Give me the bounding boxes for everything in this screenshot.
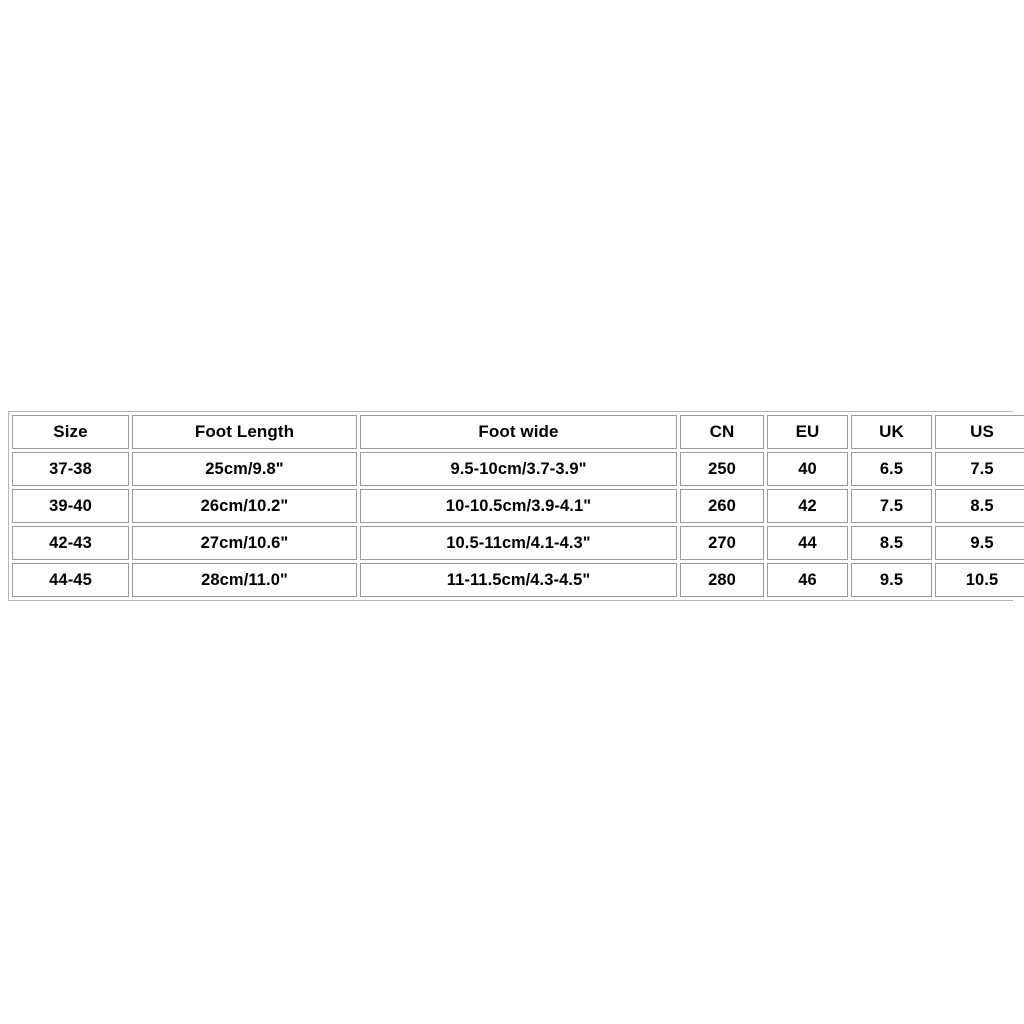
size-chart-body: 37-38 25cm/9.8" 9.5-10cm/3.7-3.9" 250 40… (12, 452, 1024, 597)
table-row: 37-38 25cm/9.8" 9.5-10cm/3.7-3.9" 250 40… (12, 452, 1024, 486)
cell-cn: 260 (680, 489, 764, 523)
column-header-us: US (935, 415, 1024, 449)
cell-uk: 8.5 (851, 526, 932, 560)
cell-size: 42-43 (12, 526, 129, 560)
cell-us: 7.5 (935, 452, 1024, 486)
table-header-row: Size Foot Length Foot wide CN EU UK US (12, 415, 1024, 449)
cell-size: 39-40 (12, 489, 129, 523)
cell-foot-wide: 10-10.5cm/3.9-4.1" (360, 489, 677, 523)
cell-foot-length: 26cm/10.2" (132, 489, 357, 523)
size-chart-table: Size Foot Length Foot wide CN EU UK US 3… (9, 412, 1024, 600)
page-root: Size Foot Length Foot wide CN EU UK US 3… (0, 0, 1024, 1024)
cell-cn: 270 (680, 526, 764, 560)
cell-foot-length: 27cm/10.6" (132, 526, 357, 560)
cell-eu: 44 (767, 526, 848, 560)
column-header-size: Size (12, 415, 129, 449)
size-chart-container: Size Foot Length Foot wide CN EU UK US 3… (8, 411, 1024, 601)
cell-eu: 46 (767, 563, 848, 597)
cell-foot-length: 25cm/9.8" (132, 452, 357, 486)
cell-size: 44-45 (12, 563, 129, 597)
table-row: 44-45 28cm/11.0" 11-11.5cm/4.3-4.5" 280 … (12, 563, 1024, 597)
cell-us: 10.5 (935, 563, 1024, 597)
cell-us: 9.5 (935, 526, 1024, 560)
cell-foot-wide: 9.5-10cm/3.7-3.9" (360, 452, 677, 486)
cell-eu: 40 (767, 452, 848, 486)
cell-uk: 7.5 (851, 489, 932, 523)
cell-cn: 250 (680, 452, 764, 486)
column-header-eu: EU (767, 415, 848, 449)
column-header-foot-length: Foot Length (132, 415, 357, 449)
cell-us: 8.5 (935, 489, 1024, 523)
column-header-cn: CN (680, 415, 764, 449)
cell-uk: 9.5 (851, 563, 932, 597)
cell-eu: 42 (767, 489, 848, 523)
cell-uk: 6.5 (851, 452, 932, 486)
cell-foot-length: 28cm/11.0" (132, 563, 357, 597)
column-header-foot-wide: Foot wide (360, 415, 677, 449)
table-row: 42-43 27cm/10.6" 10.5-11cm/4.1-4.3" 270 … (12, 526, 1024, 560)
size-chart-header: Size Foot Length Foot wide CN EU UK US (12, 415, 1024, 449)
cell-cn: 280 (680, 563, 764, 597)
cell-foot-wide: 10.5-11cm/4.1-4.3" (360, 526, 677, 560)
cell-foot-wide: 11-11.5cm/4.3-4.5" (360, 563, 677, 597)
column-header-uk: UK (851, 415, 932, 449)
cell-size: 37-38 (12, 452, 129, 486)
table-row: 39-40 26cm/10.2" 10-10.5cm/3.9-4.1" 260 … (12, 489, 1024, 523)
